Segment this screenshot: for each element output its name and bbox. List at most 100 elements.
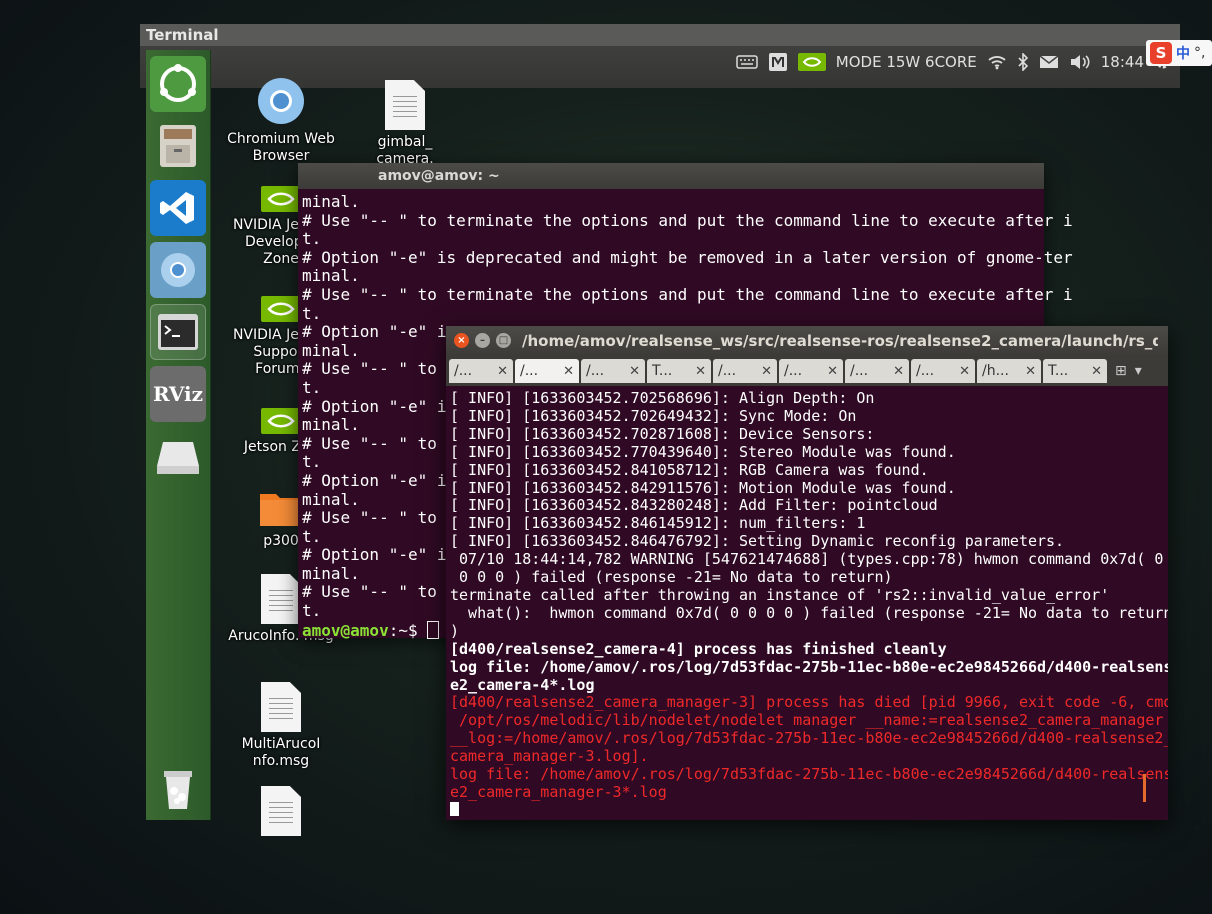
tab-close-icon[interactable]: ✕: [629, 364, 640, 379]
terminal-line: [ INFO] [1633603452.770439640]: Stereo M…: [450, 442, 956, 461]
terminal-line: [d400/realsense2_camera_manager-3] proce…: [450, 693, 1168, 712]
terminal-line: ): [450, 621, 460, 640]
terminal-tab[interactable]: /... ✕: [911, 359, 975, 383]
terminal-line: t.: [302, 303, 322, 323]
ubuntu-dash-icon[interactable]: [150, 56, 206, 112]
input-method-indicator[interactable]: S 中 °,: [1146, 40, 1212, 66]
tab-close-icon[interactable]: ✕: [563, 364, 574, 379]
terminal-tab[interactable]: T... ✕: [647, 359, 711, 383]
terminal-line: # Use "-- " to terminate the options and…: [302, 284, 1073, 304]
terminal-line: [ INFO] [1633603452.846476792]: Setting …: [450, 532, 1065, 551]
mode-text[interactable]: MODE 15W 6CORE: [836, 53, 977, 71]
tab-tools: ⊞ ▾: [1115, 363, 1142, 379]
front-terminal-output[interactable]: [ INFO] [1633603452.702568696]: Align De…: [446, 386, 1168, 816]
document-icon: [261, 682, 301, 732]
terminal-line: log file: /home/amov/.ros/log/7d53fdac-2…: [450, 765, 1168, 784]
terminal-tab[interactable]: /... ✕: [581, 359, 645, 383]
terminal-tab[interactable]: /h... ✕: [977, 359, 1041, 383]
terminal-prompt[interactable]: [450, 801, 1168, 816]
prompt-user: amov@amov: [302, 620, 389, 640]
front-terminal-titlebar[interactable]: × – □ /home/amov/realsense_ws/src/realse…: [446, 326, 1168, 356]
text-cursor: [427, 620, 440, 639]
rviz-icon[interactable]: RViz: [150, 366, 206, 422]
terminal-tab[interactable]: /... ✕: [515, 359, 579, 383]
tab-label: /...: [454, 363, 473, 379]
terminal-line: e2_camera_manager-3*.log: [450, 782, 667, 801]
document-icon: [261, 786, 301, 836]
desktop-icon-chromium[interactable]: Chromium Web Browser: [226, 76, 336, 165]
terminal-line: minal.: [302, 266, 360, 286]
terminal-line: what(): hwmon command 0x7d( 0 0 0 0 ) fa…: [450, 603, 1168, 622]
terminal-icon[interactable]: [150, 304, 206, 360]
terminal-tab[interactable]: T... ✕: [1043, 359, 1107, 383]
terminal-tab[interactable]: /... ✕: [845, 359, 909, 383]
desktop-icon-gimbal-camera[interactable]: gimbal_ camera.: [350, 80, 460, 168]
mail-icon[interactable]: [1039, 54, 1059, 70]
files-icon[interactable]: [150, 118, 206, 174]
chromium-icon[interactable]: [150, 242, 206, 298]
terminal-line: [ INFO] [1633603452.843280248]: Add Filt…: [450, 496, 938, 515]
tab-close-icon[interactable]: ✕: [1025, 364, 1036, 379]
tab-close-icon[interactable]: ✕: [1091, 364, 1102, 379]
nvidia-icon: [261, 408, 301, 434]
terminal-tab[interactable]: /... ✕: [713, 359, 777, 383]
keyboard-icon[interactable]: [736, 54, 758, 70]
trash-icon[interactable]: [150, 760, 206, 816]
terminal-line: /opt/ros/melodic/lib/nodelet/nodelet man…: [450, 711, 1164, 730]
terminal-line: [d400/realsense2_camera-4] process has f…: [450, 639, 947, 658]
volume-icon[interactable]: [1069, 53, 1091, 71]
back-terminal-titlebar[interactable]: amov@amov: ~: [298, 163, 1044, 189]
indicator-m-icon[interactable]: [768, 52, 788, 72]
terminal-line: [ INFO] [1633603452.842911576]: Motion M…: [450, 478, 956, 497]
drive-icon[interactable]: [150, 428, 206, 484]
nvidia-icon[interactable]: [797, 53, 826, 71]
sogou-logo-icon: S: [1150, 42, 1172, 64]
tab-close-icon[interactable]: ✕: [761, 364, 772, 379]
terminal-line: t.: [302, 229, 322, 249]
tab-close-icon[interactable]: ✕: [827, 364, 838, 379]
wifi-icon[interactable]: [987, 54, 1007, 70]
tab-label: /...: [916, 363, 935, 379]
document-icon: [261, 574, 301, 624]
prompt-path: :~$: [388, 620, 428, 640]
tab-close-icon[interactable]: ✕: [695, 364, 706, 379]
tab-label: /...: [718, 363, 737, 379]
terminal-tab[interactable]: /... ✕: [779, 359, 843, 383]
front-terminal-title: /home/amov/realsense_ws/src/realsense-ro…: [522, 332, 1158, 350]
tab-label: /...: [520, 363, 539, 379]
tab-close-icon[interactable]: ✕: [959, 364, 970, 379]
desktop-icon-multiarucoinfo[interactable]: MultiArucoI nfo.msg: [226, 682, 336, 770]
tab-close-icon[interactable]: ✕: [497, 364, 508, 379]
front-terminal-window[interactable]: × – □ /home/amov/realsense_ws/src/realse…: [446, 326, 1168, 820]
tab-menu-icon[interactable]: ▾: [1135, 363, 1142, 379]
terminal-line: terminate called after throwing an insta…: [450, 585, 1110, 604]
terminal-line: [ INFO] [1633603452.702568696]: Align De…: [450, 389, 875, 407]
window-title: Terminal: [140, 24, 1180, 46]
bluetooth-icon[interactable]: [1017, 53, 1029, 71]
terminal-line: [ INFO] [1633603452.702649432]: Sync Mod…: [450, 406, 857, 425]
terminal-line: minal.: [302, 192, 360, 211]
clock[interactable]: 18:44: [1101, 53, 1144, 71]
ime-language: 中: [1176, 46, 1190, 62]
terminal-line: [ INFO] [1633603452.846145912]: num_filt…: [450, 514, 866, 533]
desktop-icon-label: MultiArucoI nfo.msg: [241, 736, 321, 769]
tab-label: /...: [850, 363, 869, 379]
tab-label: T...: [652, 363, 673, 379]
vscode-icon[interactable]: [150, 180, 206, 236]
terminal-line: [ INFO] [1633603452.841058712]: RGB Came…: [450, 460, 929, 479]
new-tab-icon[interactable]: ⊞: [1115, 363, 1127, 379]
launcher: RViz: [146, 50, 211, 820]
tab-label: /...: [586, 363, 605, 379]
text-cursor: [450, 801, 459, 816]
rviz-label: RViz: [152, 382, 204, 406]
tab-close-icon[interactable]: ✕: [893, 364, 904, 379]
maximize-icon[interactable]: □: [496, 333, 511, 348]
terminal-line: 0 0 0 ) failed (response -21= No data to…: [450, 568, 893, 587]
close-icon[interactable]: ×: [454, 333, 469, 348]
desktop-icon-document[interactable]: [226, 786, 336, 840]
terminal-line: # Use "-- " to terminate the options and…: [302, 210, 1073, 230]
desktop-icon-label: Chromium Web Browser: [227, 131, 335, 164]
minimize-icon[interactable]: –: [475, 333, 490, 348]
terminal-tab[interactable]: /... ✕: [449, 359, 513, 383]
scrollbar[interactable]: [1143, 774, 1146, 802]
